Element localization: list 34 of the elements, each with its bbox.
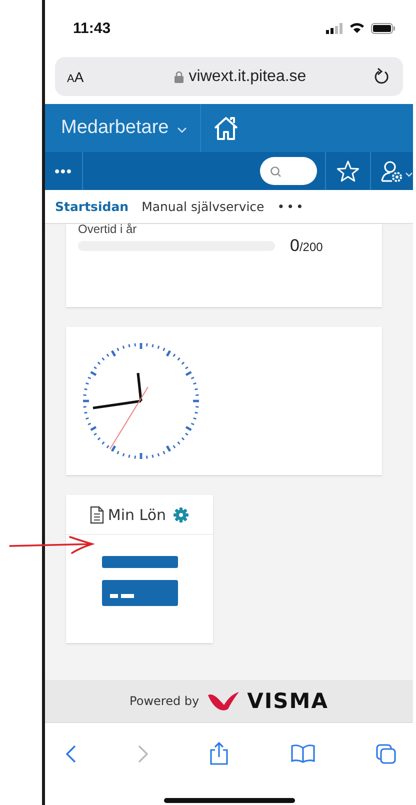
text-size-button[interactable]: AA [67,68,107,84]
clock-time: 11:43 [73,20,111,36]
star-icon[interactable] [336,160,360,182]
home-icon[interactable] [212,116,239,140]
brand-logo: VISMA [247,689,328,713]
widget-title: Min Lön [108,506,166,524]
book-icon[interactable] [290,744,314,763]
search-field[interactable] [260,157,317,185]
back-icon[interactable] [66,744,76,762]
user-settings-icon[interactable] [381,160,413,182]
search-icon [270,166,281,176]
tabs-icon[interactable] [376,744,396,764]
module-title: Medarbetare [61,117,169,139]
tab[interactable]: Manual självservice [142,199,264,214]
salary-card[interactable]: Min Lön [66,495,213,643]
wifi-icon [349,22,365,34]
more-tabs-button[interactable]: ••• [277,199,306,214]
chevron-down-icon [176,126,187,132]
signal-icon [326,22,343,34]
url-text: viwext.it.pitea.se [188,68,306,86]
address-bar[interactable]: AA viwext.it.pitea.se [55,57,403,96]
document-icon [90,506,104,524]
battery-icon [371,22,395,34]
share-icon[interactable] [209,742,229,765]
overtime-value: 0 [290,236,300,256]
overtime-label: Overtid i år [78,224,138,234]
overtime-limit: /200 [299,240,323,254]
reload-icon[interactable] [373,68,389,85]
powered-by-text: Powered by [130,694,200,708]
tab[interactable]: Startsidan [55,199,129,214]
swoosh-logo-icon [207,691,240,711]
lock-icon [174,70,184,82]
payment-card-icon [102,556,178,606]
settings-icon[interactable] [173,506,190,522]
